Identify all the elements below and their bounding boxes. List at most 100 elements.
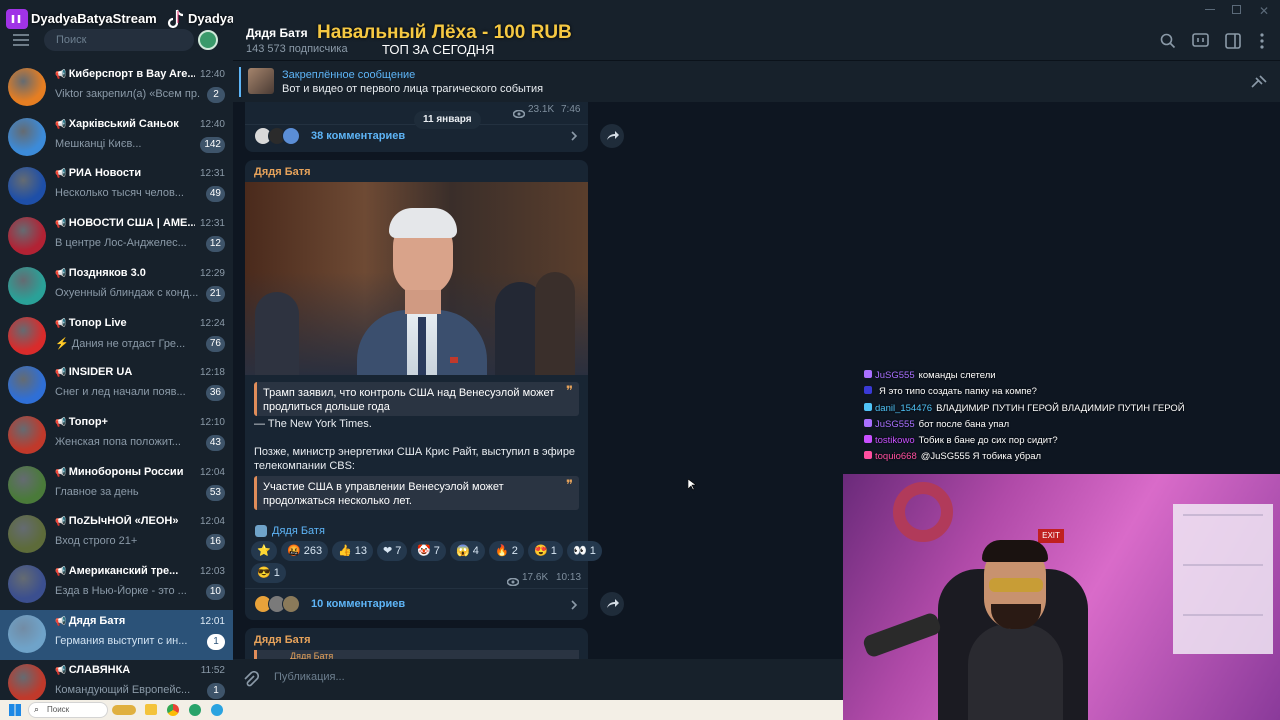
minimize-icon[interactable] [1205, 9, 1215, 10]
reaction-chip[interactable]: 🤬 263 [281, 541, 329, 561]
post-photo[interactable] [245, 182, 588, 375]
reaction-chip[interactable]: 🔥 2 [489, 541, 524, 561]
subscriber-count: 143 573 подписчика [246, 43, 348, 55]
chat-list-item[interactable]: 📢 Киберспорт в Bay Are... 12:40 Viktor зак… [0, 63, 233, 113]
search-icon[interactable] [1160, 33, 1176, 54]
chat-time: 12:31 [199, 218, 225, 230]
chat-title: 📢 СЛАВЯНКА [55, 664, 195, 676]
chat-list-item[interactable]: 📢 НОВОСТИ США | АМЕ... 12:31 В центре Лос-… [0, 212, 233, 262]
chevron-right-icon[interactable] [570, 598, 578, 616]
post-time: 7:46 [561, 104, 581, 115]
stream-chat-message: toquio668 @JuSG555 Я тобика убрал [864, 451, 1041, 462]
chat-title-text: Киберспорт в Bay Are... [68, 68, 195, 80]
chrome-icon[interactable] [167, 704, 179, 716]
comments-link[interactable]: 38 комментариев [311, 130, 405, 142]
reaction-emoji: ❤ [383, 545, 393, 557]
chat-list-item[interactable]: 📢 ПоZЫчНОЙ «ЛЕОН» 12:04 Вход строго 21+ 16 [0, 510, 233, 560]
chat-preview: Охуенный блиндаж с конд... [55, 286, 199, 299]
avatar [8, 565, 46, 603]
unread-badge: 49 [205, 186, 225, 203]
channel-icon: 📢 [55, 615, 69, 626]
reaction-chip[interactable]: 😱 4 [450, 541, 485, 561]
chat-list-item[interactable]: 📢 Американский тре... 12:03 Езда в Нью-Йор… [0, 560, 233, 610]
pinned-message-bar[interactable]: Закреплённое сообщение Вот и видео от пе… [233, 60, 1280, 102]
reaction-chip[interactable]: 👍 13 [332, 541, 374, 561]
file-explorer-icon[interactable] [145, 704, 157, 715]
reaction-emoji: ⭐ [257, 545, 271, 557]
taskbar-search[interactable]: ⌕ Поиск [28, 702, 108, 718]
chevron-right-icon[interactable] [570, 129, 578, 147]
chat-message-text: Я это типо создать папку на компе? [879, 386, 1037, 397]
post-source: — The New York Times. [254, 418, 372, 430]
app-icon[interactable] [189, 704, 201, 716]
chat-list-item[interactable]: 📢 РИА Новости 12:31 Несколько тысяч челов.… [0, 162, 233, 212]
avatar [8, 415, 46, 454]
telegram-icon[interactable] [211, 704, 223, 716]
chat-list-item[interactable]: 📢 Минобороны России 12:04 Главное за день 5… [0, 461, 233, 511]
channel-icon: 📢 [55, 69, 69, 79]
channel-icon: 📢 [55, 416, 69, 427]
twitch-logo-icon [6, 9, 28, 29]
chat-title: 📢 Харківський Саньок [55, 118, 195, 130]
chat-header: Дядя Батя 143 573 подписчика Навальный Л… [233, 0, 1280, 60]
post-views: 23.1K [528, 104, 555, 115]
reaction-chip[interactable]: 😍 1 [528, 541, 563, 561]
pinned-thumbnail [248, 68, 274, 94]
streamer [968, 624, 1063, 720]
chat-badge-icon [864, 370, 872, 378]
chat-preview: ⚡ Дания не отдаст Гре... [55, 337, 186, 350]
chat-list-item[interactable]: 📢 Дядя Батя 12:01 Германия выступит с ин..… [0, 609, 233, 660]
post-signature[interactable]: Дядя Батя [272, 525, 325, 537]
chat-title: 📢 РИА Новости [55, 167, 195, 179]
channel-name[interactable]: Дядя Батя [246, 26, 308, 40]
close-icon[interactable]: ✕ [1259, 4, 1269, 18]
share-button[interactable] [600, 124, 624, 148]
unread-badge: 12 [205, 236, 225, 253]
reaction-emoji: 😎 [257, 567, 271, 579]
widget-icon[interactable] [112, 705, 136, 715]
live-stream-icon[interactable] [1192, 33, 1210, 54]
more-options-icon[interactable] [1259, 32, 1265, 55]
reaction-chip[interactable]: ❤ 7 [377, 541, 408, 561]
pin-list-icon[interactable] [1250, 75, 1268, 94]
chat-time: 12:04 [199, 516, 225, 528]
maximize-icon[interactable] [1232, 5, 1241, 14]
post-author[interactable]: Дядя Батя [254, 166, 311, 178]
chat-title: 📢 Топор Live [55, 317, 195, 329]
reaction-chip[interactable]: ⭐ [251, 541, 277, 561]
chat-list-item[interactable]: 📢 Топор Live 12:24 ⚡ Дания не отдаст Гре..… [0, 312, 233, 362]
windows-start-icon[interactable] [9, 704, 21, 716]
reaction-chip[interactable]: 👀 1 [567, 541, 602, 561]
share-button[interactable] [600, 592, 624, 616]
chat-username: tostikowo [875, 435, 915, 446]
sidebar-toggle-icon[interactable] [1225, 33, 1241, 54]
attach-icon[interactable] [243, 670, 260, 694]
chat-list-item[interactable]: 📢 INSIDER UA 12:18 Снег и лед начали появ.… [0, 361, 233, 411]
comments-link[interactable]: 10 комментариев [311, 598, 405, 610]
reaction-chip[interactable]: 🤡 7 [411, 541, 446, 561]
chat-title: 📢 INSIDER UA [55, 366, 195, 378]
chat-list-item[interactable]: 📢 Поздняков 3.0 12:29 Охуенный блиндаж с к… [0, 262, 233, 312]
commenter-avatars [254, 595, 304, 613]
avatar [8, 316, 46, 355]
commenter-avatars [254, 127, 304, 145]
channel-icon: 📢 [55, 466, 69, 477]
post-author[interactable]: Дядя Батя [254, 634, 311, 646]
chat-preview: Viktor закрепил(а) «Всем пр... [55, 88, 200, 100]
chat-time: 12:10 [199, 416, 225, 428]
search-input[interactable]: Поиск [44, 29, 194, 51]
chat-list-item[interactable]: 📢 Топор+ 12:10 Женская попа положит... 43 [0, 411, 233, 461]
tiktok-logo-icon [165, 7, 187, 31]
date-divider-text: 11 января [423, 114, 472, 125]
next-post: Дядя Батя Дядя Батя [245, 628, 588, 660]
message-composer[interactable]: Публикация... [233, 659, 843, 700]
chat-title: 📢 Топор+ [55, 416, 195, 428]
proxy-status-icon[interactable] [198, 30, 218, 50]
chat-list-item[interactable]: 📢 Харківський Саньок 12:40 Мешканці Києв..… [0, 113, 233, 163]
menu-icon[interactable] [12, 33, 30, 47]
chat-time: 11:52 [200, 665, 225, 677]
reaction-chip[interactable]: 😎 1 [251, 563, 286, 583]
chat-time: 12:40 [199, 118, 225, 130]
avatar [8, 664, 46, 703]
unread-badge: 16 [205, 534, 225, 551]
